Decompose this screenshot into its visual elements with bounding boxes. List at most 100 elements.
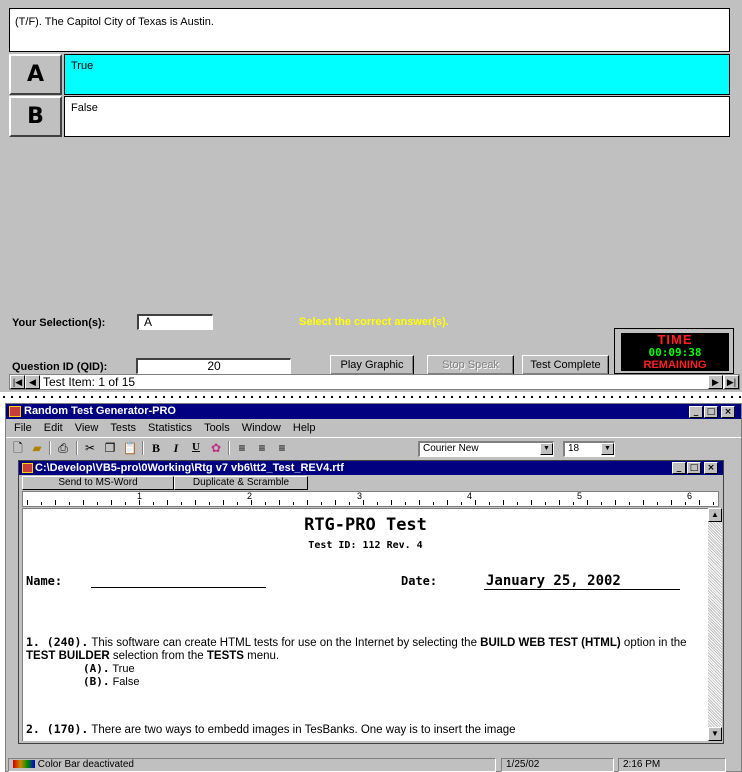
menu-window[interactable]: Window (236, 420, 287, 436)
ruler-tick (181, 502, 182, 505)
app-titlebar[interactable]: Random Test Generator-PRO _ □ × (6, 404, 741, 419)
date-value: January 25, 2002 (484, 573, 680, 590)
ruler-tick (55, 500, 56, 505)
send-to-word-button[interactable]: Send to MS-Word (22, 476, 174, 490)
next-item-icon[interactable]: ▶ (708, 375, 723, 389)
last-item-icon[interactable]: ▶| (724, 375, 739, 389)
divider (0, 394, 742, 400)
italic-icon[interactable]: I (168, 441, 184, 455)
q1-option-a-label: (A). (83, 662, 110, 675)
align-right-icon[interactable]: ≡ (274, 441, 290, 455)
stop-speak-button[interactable]: Stop Speak (427, 355, 514, 375)
paste-icon[interactable]: 📋 (122, 441, 138, 455)
document-editor[interactable]: RTG-PRO Test Test ID: 112 Rev. 4 Name: D… (22, 508, 708, 741)
menu-file[interactable]: File (8, 420, 38, 436)
ruler-tick (671, 500, 672, 505)
minimize-icon[interactable]: _ (689, 406, 703, 418)
ruler-tick (391, 500, 392, 505)
ruler-tick (475, 500, 476, 505)
menu-tools[interactable]: Tools (198, 420, 236, 436)
document-titlebar[interactable]: C:\Develop\VB5-pro\0Working\Rtg v7 vb6\t… (19, 461, 723, 475)
ruler-tick (587, 500, 588, 505)
ruler-tick (433, 502, 434, 505)
play-graphic-button[interactable]: Play Graphic (330, 355, 414, 375)
ruler-tick (531, 500, 532, 505)
chevron-down-icon[interactable]: ▼ (601, 443, 614, 455)
menu-view[interactable]: View (69, 420, 105, 436)
answer-a-button[interactable]: A (9, 54, 62, 95)
status-message: Color Bar deactivated (37, 759, 134, 770)
ruler-tick (559, 500, 560, 505)
font-name-value: Courier New (423, 443, 479, 454)
selection-label: Your Selection(s): (12, 317, 106, 329)
qid-field[interactable]: 20 (136, 358, 291, 374)
toolbar-separator (49, 441, 51, 455)
copy-icon[interactable]: ❐ (102, 441, 118, 455)
close-icon[interactable]: × (721, 406, 735, 418)
ruler-tick (713, 502, 714, 505)
answer-a-text[interactable]: True (64, 54, 730, 95)
new-file-icon[interactable]: 🗋 (10, 441, 26, 455)
bold-icon[interactable]: B (148, 441, 164, 455)
q1-bold-b: TEST BUILDER (26, 650, 110, 662)
ruler-number: 3 (357, 491, 363, 501)
toolbar-separator (76, 441, 78, 455)
question-1: 1. (240). This software can create HTML … (26, 636, 704, 663)
ruler-tick (349, 502, 350, 505)
question-text: (T/F). The Capitol City of Texas is Aust… (9, 8, 730, 52)
q2-number: 2. (170). (26, 722, 89, 736)
ruler-tick (615, 500, 616, 505)
doc-maximize-icon[interactable]: □ (687, 462, 701, 474)
scroll-up-icon[interactable]: ▲ (708, 508, 722, 522)
ruler-tick (657, 502, 658, 505)
ruler-number: 4 (467, 491, 473, 501)
align-center-icon[interactable]: ≡ (254, 441, 270, 455)
ruler-tick (41, 502, 42, 505)
cut-icon[interactable]: ✂ (82, 441, 98, 455)
open-folder-icon[interactable]: ▰ (29, 441, 45, 455)
ruler-tick (195, 500, 196, 505)
selection-field[interactable]: A (137, 314, 213, 330)
first-item-icon[interactable]: |◀ (10, 375, 25, 389)
prev-item-icon[interactable]: ◀ (25, 375, 40, 389)
test-complete-button[interactable]: Test Complete (522, 355, 609, 375)
timer-value: 00:09:38 (621, 346, 729, 359)
chevron-down-icon[interactable]: ▼ (540, 443, 553, 455)
qid-label: Question ID (QID): (12, 361, 108, 373)
menu-tests[interactable]: Tests (104, 420, 142, 436)
scroll-down-icon[interactable]: ▼ (708, 727, 722, 741)
color-palette-icon[interactable]: ✿ (208, 441, 224, 455)
menu-help[interactable]: Help (287, 420, 322, 436)
q1-option-a: (A). True (83, 662, 135, 675)
font-size-select[interactable]: 18 ▼ (563, 441, 615, 457)
toolbar-separator (228, 441, 230, 455)
ruler-tick (83, 500, 84, 505)
duplicate-scramble-button[interactable]: Duplicate & Scramble (174, 476, 308, 490)
instruction-text: Select the correct answer(s). (299, 316, 449, 328)
menu-statistics[interactable]: Statistics (142, 420, 198, 436)
ruler-tick (111, 500, 112, 505)
ruler-tick (517, 502, 518, 505)
toolbar: 🗋 ▰ ⎙ ✂ ❐ 📋 B I U ✿ ≡ ≡ ≡ Courier New ▼ … (6, 437, 741, 457)
q1-option-b-label: (B). (83, 675, 110, 688)
doc-close-icon[interactable]: × (704, 462, 718, 474)
menu-edit[interactable]: Edit (38, 420, 69, 436)
font-name-select[interactable]: Courier New ▼ (418, 441, 554, 457)
print-icon[interactable]: ⎙ (55, 441, 71, 455)
answer-b-button[interactable]: B (9, 96, 62, 137)
underline-icon[interactable]: U (188, 441, 204, 455)
ruler-tick (447, 500, 448, 505)
doc-minimize-icon[interactable]: _ (672, 462, 686, 474)
align-left-icon[interactable]: ≡ (234, 441, 250, 455)
ruler-tick (209, 502, 210, 505)
ruler-tick (419, 500, 420, 505)
ruler-tick (363, 500, 364, 505)
ruler-tick (69, 502, 70, 505)
vertical-scrollbar[interactable]: ▲ ▼ (708, 508, 722, 741)
ruler-tick (503, 500, 504, 505)
ruler-tick (321, 502, 322, 505)
ruler[interactable]: 1 2 3 4 5 6 (22, 491, 719, 507)
maximize-icon[interactable]: □ (704, 406, 718, 418)
q1-text-b: option in the (623, 637, 687, 649)
answer-b-text[interactable]: False (64, 96, 730, 137)
